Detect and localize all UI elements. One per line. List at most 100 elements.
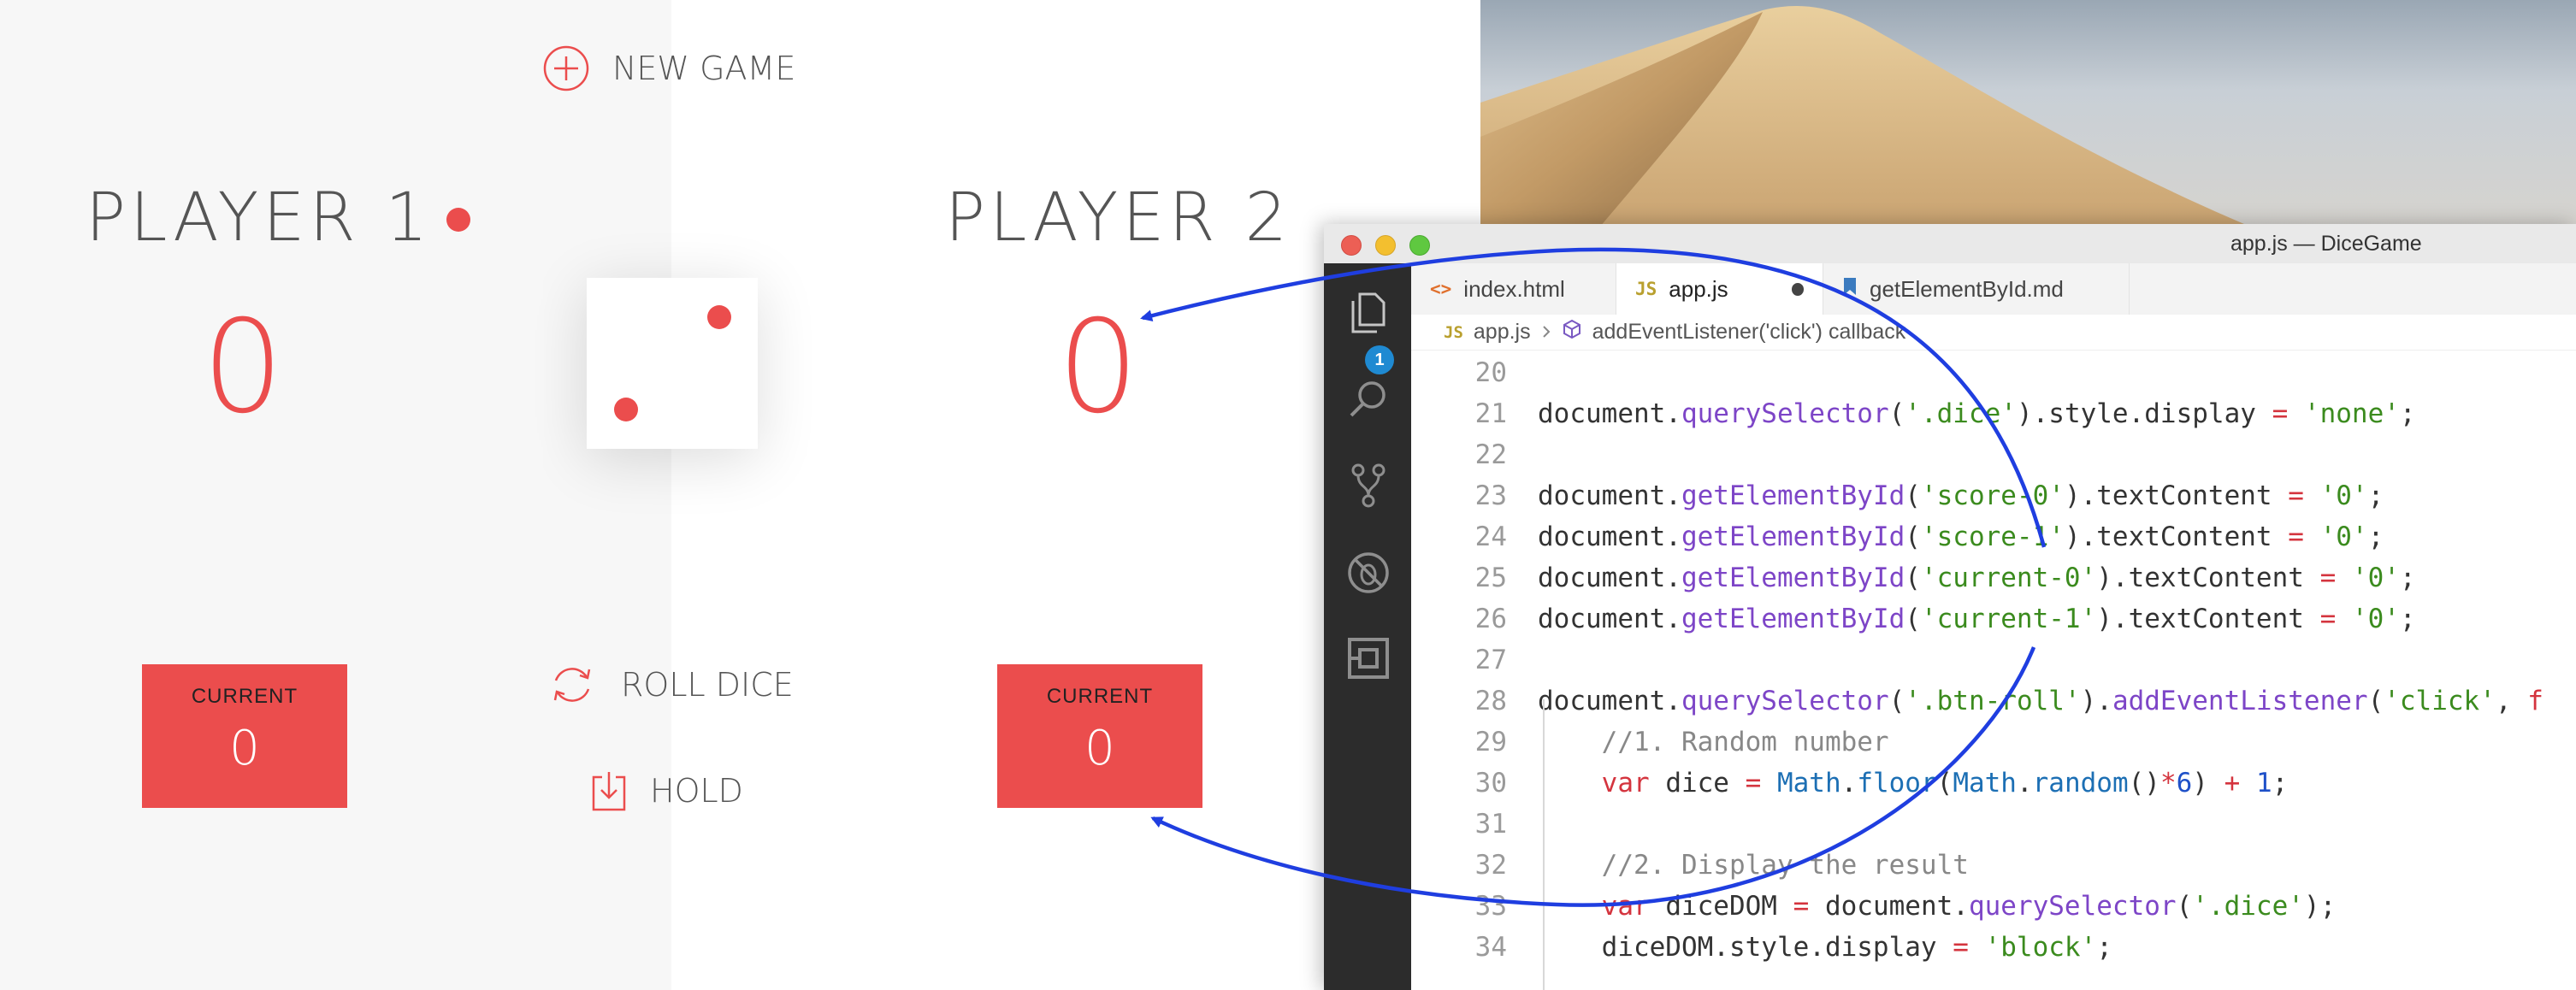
code-token: '0' (2351, 604, 2400, 634)
hold-label: HOLD (650, 772, 743, 810)
code-token: ).style.display (2016, 398, 2272, 429)
code-token: diceDOM (1649, 891, 1793, 922)
code-token: 1 (2255, 768, 2272, 798)
code-token: addEventListener (2112, 686, 2368, 716)
code-token: = (2319, 563, 2337, 593)
line-code: document.getElementById('current-0').tex… (1538, 557, 2416, 598)
code-token: ; (2096, 932, 2112, 963)
code-line[interactable]: 29 //1. Random number (1411, 722, 2576, 763)
search-icon[interactable] (1344, 376, 1392, 424)
code-line[interactable]: 22 (1411, 434, 2576, 475)
code-line[interactable]: 25 document.getElementById('current-0').t… (1411, 557, 2576, 598)
line-code: document.querySelector('.dice').style.di… (1538, 393, 2416, 434)
code-token: querySelector (1681, 398, 1889, 429)
code-line[interactable]: 34 diceDOM.style.display = 'block'; (1411, 927, 2576, 968)
editor-window: app.js — DiceGame 1 <> index.html JS app… (1324, 224, 2576, 990)
maximize-window-button[interactable] (1409, 235, 1430, 256)
code-line[interactable]: 32 //2. Display the result (1411, 845, 2576, 886)
player-1-current-score: 0 (229, 721, 260, 776)
code-line[interactable]: 28 document.querySelector('.btn-roll').ad… (1411, 681, 2576, 722)
source-control-icon[interactable] (1344, 462, 1392, 510)
code-token: querySelector (1681, 686, 1889, 716)
line-number: 28 (1474, 686, 1507, 716)
code-token: getElementById (1681, 563, 1905, 593)
indent-guide (1543, 699, 1545, 990)
line-number: 24 (1474, 522, 1507, 552)
code-token: random (2032, 768, 2129, 798)
code-token: '0' (2319, 522, 2368, 552)
code-token: var (1601, 768, 1650, 798)
files-icon[interactable] (1344, 289, 1392, 337)
code-token: document. (1538, 522, 1681, 552)
tab-app-js[interactable]: JS app.js (1616, 263, 1823, 315)
markdown-icon (1842, 276, 1858, 303)
unsaved-indicator[interactable] (1791, 282, 1804, 296)
cube-icon (1562, 319, 1582, 345)
code-token: f (2527, 686, 2544, 716)
line-code: document.getElementById('current-1').tex… (1538, 598, 2416, 639)
code-token: //1. Random number (1601, 727, 1889, 757)
debug-icon[interactable] (1344, 549, 1392, 597)
code-token: 6 (2176, 768, 2193, 798)
code-token: ).textContent (2064, 480, 2289, 511)
tab-label: app.js (1669, 275, 1728, 302)
line-number: 33 (1474, 891, 1507, 922)
code-line[interactable]: 27 (1411, 639, 2576, 681)
new-game-button[interactable]: NEW GAME (542, 44, 795, 92)
player-2-current-box: CURRENT 0 (997, 664, 1202, 808)
line-number: 32 (1474, 850, 1507, 881)
code-token: document. (1809, 891, 1969, 922)
code-token: () (2128, 768, 2160, 798)
player-1-name: PLAYER 1 (86, 180, 433, 256)
code-line[interactable]: 24 document.getElementById('score-1').tex… (1411, 516, 2576, 557)
code-token: ( (1905, 480, 1921, 511)
code-token: = (1793, 891, 1810, 922)
breadcrumb-file[interactable]: app.js (1474, 320, 1531, 345)
code-editor[interactable]: 20 21 document.querySelector('.dice').styl… (1411, 352, 2576, 990)
code-token: = (1953, 932, 1969, 963)
code-token: 'block' (1984, 932, 2097, 963)
code-line[interactable]: 30 var dice = Math.floor(Math.random()*6… (1411, 763, 2576, 804)
code-line[interactable]: 21 document.querySelector('.dice').style.… (1411, 393, 2576, 434)
code-token: ( (2367, 686, 2384, 716)
code-token: . (1840, 768, 1858, 798)
code-token: 'current-0' (1920, 563, 2097, 593)
code-line[interactable]: 20 (1411, 352, 2576, 393)
code-token: document. (1538, 604, 1681, 634)
minimize-window-button[interactable] (1375, 235, 1396, 256)
code-token: = (2288, 480, 2304, 511)
roll-dice-button[interactable]: ROLL DICE (546, 658, 794, 711)
line-code: var diceDOM = document.querySelector('.d… (1538, 886, 2337, 927)
code-token: document. (1538, 686, 1681, 716)
breadcrumb: JS app.js addEventListener('click') call… (1411, 315, 2576, 351)
tab-getelementbyid-md[interactable]: getElementById.md (1823, 263, 2130, 315)
player-1-panel (0, 0, 671, 990)
html-icon: <> (1430, 279, 1452, 299)
line-number: 31 (1474, 809, 1507, 840)
dice-pip (614, 398, 638, 421)
code-line[interactable]: 26 document.getElementById('current-1').t… (1411, 598, 2576, 639)
code-token: ; (2399, 604, 2416, 634)
plus-circle-icon (542, 44, 590, 92)
current-label: CURRENT (191, 685, 298, 708)
close-window-button[interactable] (1341, 235, 1362, 256)
hold-button[interactable]: HOLD (590, 769, 743, 813)
code-line[interactable]: 31 (1411, 804, 2576, 845)
line-code: document.getElementById('score-0').textC… (1538, 475, 2384, 516)
code-line[interactable]: 23 document.getElementById('score-0').tex… (1411, 475, 2576, 516)
code-token: '.dice' (2192, 891, 2304, 922)
code-token: '0' (2351, 563, 2400, 593)
breadcrumb-symbol[interactable]: addEventListener('click') callback (1592, 320, 1906, 345)
code-token: ( (1905, 604, 1921, 634)
code-line[interactable]: 33 var diceDOM = document.querySelector(… (1411, 886, 2576, 927)
code-token: getElementById (1681, 604, 1905, 634)
code-token: + (2224, 768, 2241, 798)
extensions-icon[interactable] (1344, 634, 1392, 682)
active-player-indicator (446, 208, 470, 232)
tab-index-html[interactable]: <> index.html (1411, 263, 1616, 315)
code-token: = (2288, 522, 2304, 552)
code-token: getElementById (1681, 480, 1905, 511)
